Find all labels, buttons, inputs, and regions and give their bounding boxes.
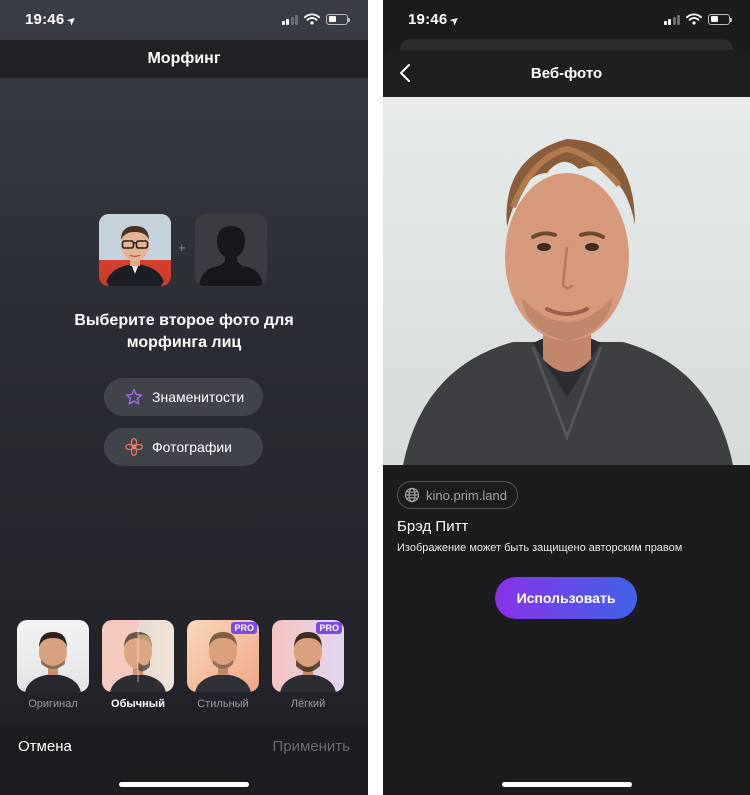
style-light[interactable]: PRO Лёгкий xyxy=(271,620,345,710)
pro-badge: PRO xyxy=(231,622,257,634)
location-arrow-icon: ➤ xyxy=(64,13,80,29)
battery-icon xyxy=(708,13,732,25)
celebrities-label: Знаменитости xyxy=(152,389,245,405)
style-normal-label: Обычный xyxy=(111,698,165,710)
home-indicator[interactable] xyxy=(119,782,249,787)
page-title: Веб-фото xyxy=(530,65,603,82)
plus-icon: + xyxy=(178,240,186,255)
style-stylish-thumbnail: PRO xyxy=(187,620,259,692)
portrait-illustration xyxy=(403,139,733,465)
status-time: 19:46 xyxy=(25,11,65,28)
style-original-label: Оригинал xyxy=(28,698,78,710)
style-original[interactable]: Оригинал xyxy=(16,620,90,710)
select-photo-prompt: Выберите второе фото для морфинга лиц xyxy=(40,310,328,354)
style-normal[interactable]: Обычный xyxy=(101,620,175,710)
pro-badge: PRO xyxy=(316,622,342,634)
morphing-screen: 19:46➤ Морфинг + Выберите второе фото дл… xyxy=(0,0,368,795)
wifi-icon xyxy=(686,13,702,25)
globe-icon xyxy=(404,487,420,503)
battery-icon xyxy=(326,13,350,25)
celebrity-name: Брэд Питт xyxy=(397,518,469,535)
apply-button[interactable]: Применить xyxy=(272,738,350,755)
location-arrow-icon: ➤ xyxy=(447,13,463,29)
home-indicator[interactable] xyxy=(501,782,632,787)
cancel-button[interactable]: Отмена xyxy=(18,738,72,755)
flower-icon xyxy=(125,438,143,456)
use-photo-label: Использовать xyxy=(516,590,616,606)
person-silhouette-icon xyxy=(199,226,263,286)
style-light-label: Лёгкий xyxy=(290,698,326,710)
star-icon xyxy=(125,388,143,405)
style-stylish[interactable]: PRO Стильный xyxy=(186,620,260,710)
status-bar: 19:46➤ xyxy=(383,0,750,40)
copyright-notice: Изображение может быть защищено авторски… xyxy=(397,542,683,554)
status-bar: 19:46➤ xyxy=(0,0,368,40)
first-face-photo[interactable] xyxy=(99,214,171,286)
style-light-thumbnail: PRO xyxy=(272,620,344,692)
source-domain: kino.prim.land xyxy=(426,487,507,503)
style-original-thumbnail xyxy=(17,620,89,692)
style-stylish-label: Стильный xyxy=(197,698,249,710)
status-time: 19:46 xyxy=(408,11,448,28)
use-photo-button[interactable]: Использовать xyxy=(495,577,637,619)
celebrities-button[interactable]: Знаменитости xyxy=(104,378,263,416)
second-face-placeholder[interactable] xyxy=(195,214,267,286)
wifi-icon xyxy=(304,13,320,25)
page-title: Морфинг xyxy=(147,50,221,67)
cellular-signal-icon xyxy=(663,14,680,25)
celebrity-photo xyxy=(383,97,750,465)
nav-bar: Веб-фото xyxy=(383,50,750,97)
prompt-line-2: морфинга лиц xyxy=(126,334,242,351)
web-photo-screen: 19:46➤ Веб-фото kino.prim.land Брэд Питт… xyxy=(383,0,750,795)
bottom-toolbar: Отмена Применить xyxy=(0,725,368,795)
source-link[interactable]: kino.prim.land xyxy=(397,481,518,509)
photos-button[interactable]: Фотографии xyxy=(104,428,263,466)
nav-bar: Морфинг xyxy=(0,40,368,78)
style-normal-thumbnail xyxy=(102,620,174,692)
photos-label: Фотографии xyxy=(152,439,233,455)
prompt-line-1: Выберите второе фото для xyxy=(74,312,294,329)
cellular-signal-icon xyxy=(281,14,298,25)
person-photo xyxy=(99,214,171,286)
